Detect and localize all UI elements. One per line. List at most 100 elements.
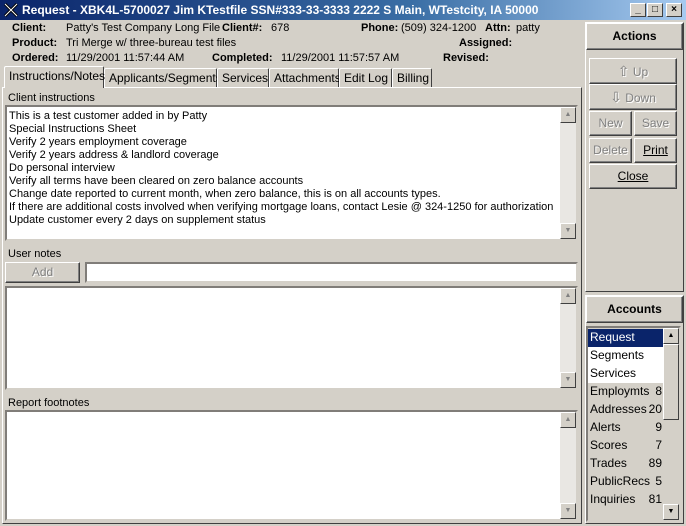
- scroll-thumb[interactable]: [663, 344, 679, 420]
- scroll-down-arrow-icon[interactable]: ▼: [560, 223, 576, 239]
- account-item-publicrecs[interactable]: PublicRecs 5: [588, 473, 664, 491]
- assigned-label: Assigned:: [459, 37, 513, 49]
- account-item-alerts[interactable]: Alerts 9: [588, 419, 664, 437]
- instruction-line: This is a test customer added in by Patt…: [9, 110, 208, 122]
- attn-label: Attn:: [485, 22, 511, 34]
- account-count: 20: [648, 402, 662, 416]
- user-notes-box[interactable]: ▲ ▼: [5, 286, 578, 390]
- attn-value: patty: [516, 22, 540, 34]
- scroll-up-arrow-icon[interactable]: ▲: [560, 288, 576, 304]
- maximize-button[interactable]: □: [647, 3, 663, 17]
- report-footnotes-label: Report footnotes: [8, 397, 90, 409]
- client-num-label: Client#:: [222, 22, 263, 34]
- app-icon: [3, 2, 19, 18]
- account-count: 5: [655, 474, 662, 488]
- report-footnotes-box[interactable]: ▲ ▼: [5, 410, 578, 521]
- instruction-line: Update customer every 2 days on suppleme…: [9, 214, 266, 226]
- account-count: 89: [648, 456, 662, 470]
- completed-label: Completed:: [212, 52, 273, 64]
- client-num-value: 678: [271, 22, 290, 34]
- client-instructions-text: This is a test customer added in by Patt…: [9, 110, 553, 227]
- account-label: PublicRecs: [590, 474, 651, 488]
- accounts-header: Accounts: [586, 296, 683, 323]
- close-window-button[interactable]: ×: [666, 3, 682, 17]
- product-label: Product:: [12, 37, 58, 49]
- phone-label: Phone:: [361, 22, 399, 34]
- account-count: 81: [648, 492, 662, 506]
- tab-billing[interactable]: Billing: [392, 68, 432, 87]
- account-label: Services: [590, 366, 637, 380]
- user-note-input[interactable]: [85, 262, 578, 283]
- account-item-inquiries[interactable]: Inquiries 81: [588, 491, 664, 509]
- account-label: Employmts: [590, 384, 650, 398]
- print-button[interactable]: Print: [634, 138, 677, 163]
- scroll-up-arrow-icon[interactable]: ▲: [560, 107, 576, 123]
- account-count: 8: [655, 384, 662, 398]
- scroll-down-arrow-icon[interactable]: ▼: [663, 504, 679, 520]
- completed-value: 11/29/2001 11:57:57 AM: [281, 52, 400, 64]
- delete-button[interactable]: Delete: [589, 138, 632, 163]
- account-label: Segments: [590, 348, 645, 362]
- new-button[interactable]: New: [589, 111, 632, 136]
- account-item-scores[interactable]: Scores 7: [588, 437, 664, 455]
- account-item-segments[interactable]: Segments: [588, 347, 664, 365]
- down-button[interactable]: ⇩ Down: [589, 84, 677, 110]
- up-button[interactable]: ⇧ Up: [589, 58, 677, 84]
- account-item-request[interactable]: Request: [588, 329, 664, 347]
- ordered-value: 11/29/2001 11:57:44 AM: [66, 52, 185, 64]
- add-note-button[interactable]: Add: [5, 262, 80, 283]
- account-item-addresses[interactable]: Addresses 20: [588, 401, 664, 419]
- account-count: 7: [655, 438, 662, 452]
- accounts-list[interactable]: Request Segments Services Employmts 8 Add…: [586, 326, 681, 522]
- actions-header: Actions: [586, 23, 683, 50]
- scroll-down-arrow-icon[interactable]: ▼: [560, 372, 576, 388]
- instruction-line: Do personal interview: [9, 162, 115, 174]
- account-label: Request: [590, 330, 635, 344]
- down-label: Down: [625, 91, 656, 105]
- minimize-button[interactable]: _: [630, 3, 646, 17]
- product-value: Tri Merge w/ three-bureau test files: [66, 37, 237, 49]
- instruction-line: Verify all terms have been cleared on ze…: [9, 175, 304, 187]
- account-item-services[interactable]: Services: [588, 365, 664, 383]
- account-item-employmts[interactable]: Employmts 8: [588, 383, 664, 401]
- save-button[interactable]: Save: [634, 111, 677, 136]
- client-label: Client:: [12, 22, 47, 34]
- title-bar[interactable]: Request - XBK4L-5700027 Jim KTestfile SS…: [0, 0, 686, 20]
- user-notes-scrollbar[interactable]: ▲ ▼: [560, 288, 576, 388]
- tab-services[interactable]: Services: [217, 68, 269, 87]
- instruction-line: If there are additional costs involved w…: [9, 201, 554, 213]
- account-label: Alerts: [590, 420, 621, 434]
- arrow-down-icon: ⇩: [610, 89, 622, 105]
- account-label: Addresses: [590, 402, 647, 416]
- up-label: Up: [632, 65, 649, 79]
- account-label: Scores: [590, 438, 628, 452]
- user-notes-label: User notes: [8, 248, 62, 260]
- tab-attachments[interactable]: Attachments: [269, 68, 341, 87]
- client-instructions-label: Client instructions: [8, 92, 95, 104]
- footnotes-scrollbar[interactable]: ▲ ▼: [560, 412, 576, 519]
- phone-value: (509) 324-1200: [401, 22, 477, 34]
- instruction-line: Verify 2 years employment coverage: [9, 136, 187, 148]
- window-title: Request - XBK4L-5700027 Jim KTestfile SS…: [22, 3, 539, 17]
- scroll-up-arrow-icon[interactable]: ▲: [560, 412, 576, 428]
- revised-label: Revised:: [443, 52, 489, 64]
- account-count: 9: [655, 420, 662, 434]
- tab-applicants-segments[interactable]: Applicants/Segments: [104, 68, 222, 87]
- arrow-up-icon: ⇧: [617, 63, 630, 79]
- scroll-up-arrow-icon[interactable]: ▲: [663, 328, 679, 344]
- instruction-line: Special Instructions Sheet: [9, 123, 137, 135]
- client-value: Patty's Test Company Long File: [66, 22, 221, 34]
- instructions-scrollbar[interactable]: ▲ ▼: [560, 107, 576, 239]
- scroll-down-arrow-icon[interactable]: ▼: [560, 503, 576, 519]
- account-label: Inquiries: [590, 492, 636, 506]
- tab-edit-log[interactable]: Edit Log: [339, 68, 392, 87]
- client-instructions-box[interactable]: This is a test customer added in by Patt…: [5, 105, 578, 241]
- instruction-line: Verify 2 years address & landlord covera…: [9, 149, 219, 161]
- account-label: Trades: [590, 456, 627, 470]
- instruction-line: Change date reported to current month, w…: [9, 188, 441, 200]
- close-button[interactable]: Close: [589, 164, 677, 189]
- account-item-trades[interactable]: Trades 89: [588, 455, 664, 473]
- ordered-label: Ordered:: [12, 52, 59, 64]
- tab-instructions-notes[interactable]: Instructions/Notes: [4, 66, 105, 88]
- accounts-scrollbar[interactable]: ▲ ▼: [663, 328, 679, 520]
